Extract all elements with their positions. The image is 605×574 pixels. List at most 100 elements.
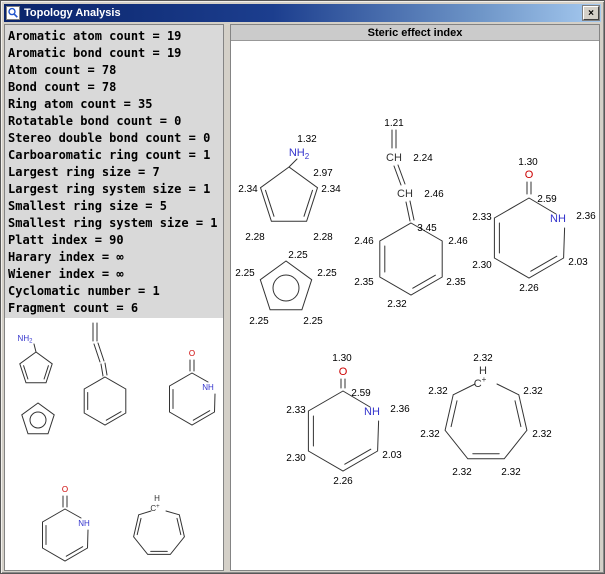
molecule-tropylium: 2.32 H C+ 2.32 2.32 2.32 2.32 2.32 2.32 bbox=[420, 353, 552, 478]
nh-label: NH bbox=[202, 383, 214, 392]
steric-value: 2.28 bbox=[313, 232, 333, 243]
metric-line: Aromatic bond count = 19 bbox=[8, 45, 221, 62]
steric-value: 2.32 bbox=[452, 467, 472, 478]
o-label: O bbox=[339, 366, 348, 378]
molecule-cumulene: 1.21 CH 2.24 CH 2.46 3.45 2.46 2.46 2.35… bbox=[354, 118, 468, 310]
titlebar[interactable]: Topology Analysis × bbox=[4, 4, 601, 22]
steric-value: 2.46 bbox=[354, 236, 374, 247]
steric-value: 2.28 bbox=[245, 232, 265, 243]
aromatic-circle bbox=[273, 275, 299, 301]
bonds bbox=[84, 323, 126, 425]
thumb-pyridone-2: O NH bbox=[43, 485, 90, 561]
steric-value: 2.32 bbox=[387, 299, 407, 310]
metric-line: Smallest ring system size = 1 bbox=[8, 215, 221, 232]
steric-value: 1.32 bbox=[297, 134, 317, 145]
steric-value: 2.32 bbox=[428, 386, 448, 397]
h-label: H bbox=[154, 494, 160, 503]
bonds bbox=[260, 261, 311, 310]
steric-value: 2.26 bbox=[333, 476, 353, 487]
metric-line: Rotatable bond count = 0 bbox=[8, 113, 221, 130]
ch-label: CH bbox=[397, 188, 413, 200]
metric-line: Largest ring size = 7 bbox=[8, 164, 221, 181]
steric-header: Steric effect index bbox=[231, 25, 599, 41]
thumb-pyridone-1: O NH bbox=[170, 349, 216, 425]
metric-line: Fragment count = 6 bbox=[8, 300, 221, 317]
steric-value: 2.35 bbox=[354, 277, 374, 288]
steric-value: 2.24 bbox=[413, 153, 433, 164]
molecule-pyridone-1: 1.30 O NH 2.59 2.36 2.33 2.30 2.03 2.26 bbox=[472, 157, 596, 294]
metric-line: Largest ring system size = 1 bbox=[8, 181, 221, 198]
steric-value: 2.25 bbox=[317, 268, 337, 279]
steric-value: 2.33 bbox=[472, 212, 492, 223]
metric-line: Smallest ring size = 5 bbox=[8, 198, 221, 215]
bonds bbox=[392, 130, 396, 148]
bonds bbox=[20, 344, 52, 383]
metric-line: Atom count = 78 bbox=[8, 62, 221, 79]
window-title: Topology Analysis bbox=[24, 7, 583, 19]
steric-value: 1.30 bbox=[332, 353, 352, 364]
left-panel: Aromatic atom count = 19 Aromatic bond c… bbox=[4, 24, 224, 571]
steric-value: 2.32 bbox=[501, 467, 521, 478]
steric-value: 1.30 bbox=[518, 157, 538, 168]
aromatic-circle bbox=[30, 412, 46, 428]
steric-value: 2.32 bbox=[532, 429, 552, 440]
steric-value: 2.32 bbox=[420, 429, 440, 440]
app-icon bbox=[6, 6, 20, 20]
bonds bbox=[394, 165, 405, 185]
steric-value: 2.32 bbox=[473, 353, 493, 364]
steric-value: 2.26 bbox=[519, 283, 539, 294]
topology-analysis-window: Topology Analysis × Aromatic atom count … bbox=[0, 0, 605, 574]
nh-label: NH bbox=[550, 213, 566, 225]
steric-value: 1.21 bbox=[384, 118, 404, 129]
bonds bbox=[406, 201, 414, 221]
molecule-cyclopentadienyl: 2.25 2.25 2.25 2.25 2.25 bbox=[235, 250, 337, 327]
steric-value: 2.59 bbox=[351, 388, 371, 399]
o-label: O bbox=[525, 169, 534, 181]
metric-line: Ring atom count = 35 bbox=[8, 96, 221, 113]
molecule-thumbnails: NH2 O NH O NH H C+ bbox=[5, 319, 223, 570]
bonds bbox=[261, 159, 318, 221]
bonds bbox=[445, 384, 527, 459]
steric-canvas: 1.32 NH2 2.97 2.34 2.34 2.28 2.28 1.21 C… bbox=[231, 25, 599, 570]
steric-value: 2.36 bbox=[576, 211, 596, 222]
steric-value: 3.45 bbox=[417, 223, 437, 234]
steric-value: 2.34 bbox=[321, 184, 341, 195]
metric-line: Stereo double bond count = 0 bbox=[8, 130, 221, 147]
thumb-aminocyclopentadiene: NH2 bbox=[18, 334, 53, 383]
thumb-tropylium: H C+ bbox=[134, 494, 185, 554]
nh-label: NH bbox=[78, 519, 90, 528]
steric-value: 2.34 bbox=[238, 184, 258, 195]
metric-line: Wiener index = ∞ bbox=[8, 266, 221, 283]
c-plus-label: C+ bbox=[474, 375, 487, 390]
bonds bbox=[22, 403, 54, 434]
steric-value: 2.97 bbox=[313, 168, 333, 179]
steric-value: 2.03 bbox=[382, 450, 402, 461]
bonds bbox=[170, 360, 216, 425]
close-button[interactable]: × bbox=[583, 6, 599, 20]
metrics-list: Aromatic atom count = 19 Aromatic bond c… bbox=[5, 25, 223, 318]
bonds bbox=[43, 496, 89, 561]
steric-value: 2.36 bbox=[390, 404, 410, 415]
steric-value: 2.25 bbox=[249, 316, 269, 327]
metric-line: Cyclomatic number = 1 bbox=[8, 283, 221, 300]
steric-value: 2.25 bbox=[235, 268, 255, 279]
ch-label: CH bbox=[386, 152, 402, 164]
thumb-cyclopentadienyl bbox=[22, 403, 54, 434]
molecule-pyridone-2: 1.30 O NH 2.59 2.36 2.33 2.30 2.03 2.26 bbox=[286, 353, 410, 487]
thumb-cumulene bbox=[84, 323, 126, 425]
metric-line: Harary index = ∞ bbox=[8, 249, 221, 266]
steric-value: 2.33 bbox=[286, 405, 306, 416]
steric-value: 2.46 bbox=[424, 189, 444, 200]
steric-value: 2.30 bbox=[472, 260, 492, 271]
steric-value: 2.35 bbox=[446, 277, 466, 288]
steric-panel: 1.32 NH2 2.97 2.34 2.34 2.28 2.28 1.21 C… bbox=[230, 24, 600, 571]
steric-value: 2.25 bbox=[303, 316, 323, 327]
o-label: O bbox=[189, 349, 195, 358]
metric-line: Bond count = 78 bbox=[8, 79, 221, 96]
nh2-label: NH2 bbox=[289, 147, 310, 161]
steric-value: 2.25 bbox=[288, 250, 308, 261]
nh2-label: NH2 bbox=[18, 334, 34, 345]
metric-line: Platt index = 90 bbox=[8, 232, 221, 249]
steric-value: 2.03 bbox=[568, 257, 588, 268]
steric-value: 2.59 bbox=[537, 194, 557, 205]
